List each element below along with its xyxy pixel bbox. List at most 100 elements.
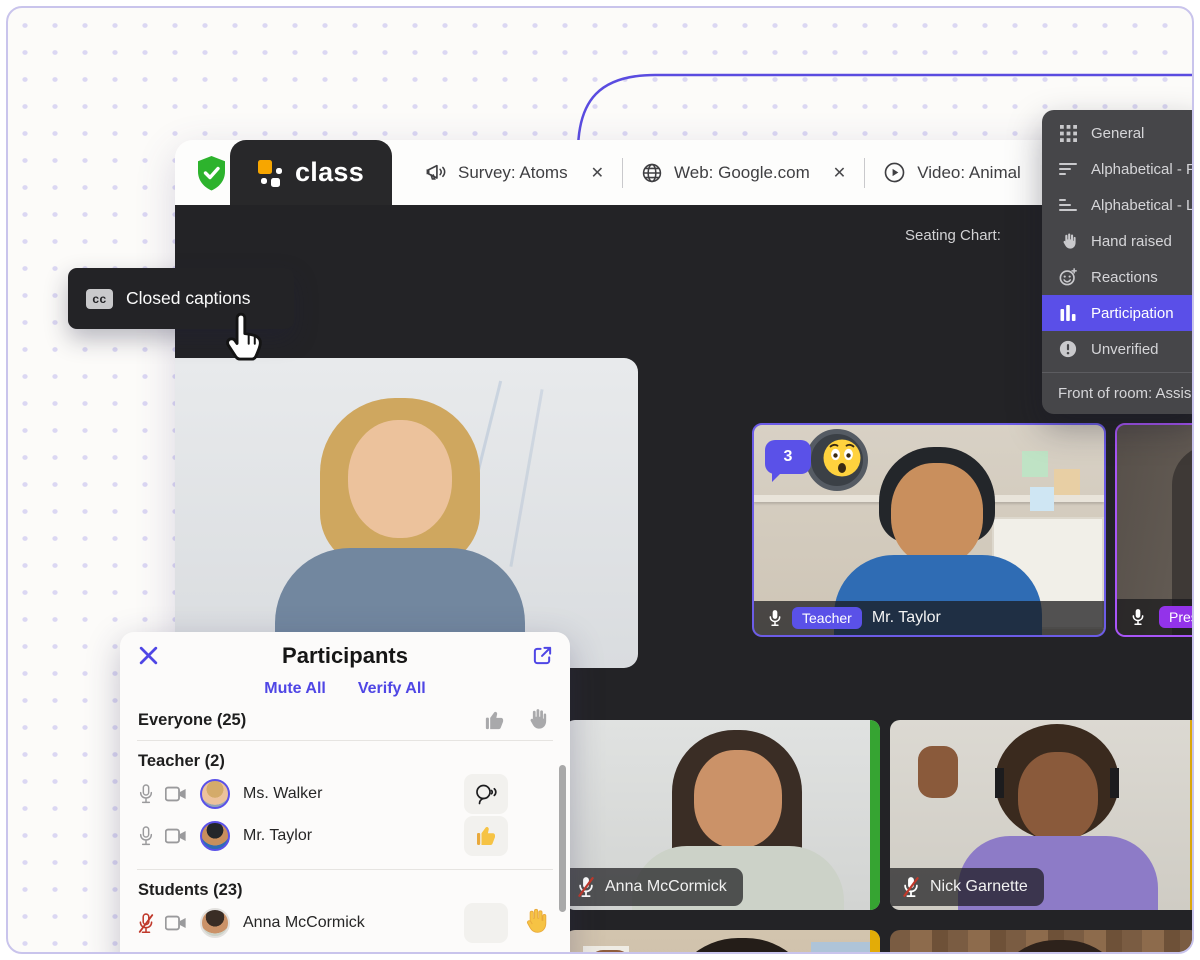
video-tile-danielle[interactable]: Danielle Atkins — [565, 930, 880, 954]
smiley-plus-icon — [1058, 268, 1078, 286]
avatar — [200, 908, 230, 938]
mic-off-icon — [577, 876, 595, 898]
waving-hand — [918, 746, 958, 798]
menu-item-label: General — [1091, 125, 1144, 142]
participant-row-ms-walker[interactable]: Ms. Walker — [120, 773, 570, 815]
grid-icon — [1058, 125, 1078, 142]
video-tile-anna[interactable]: Anna McCormick — [565, 720, 880, 910]
astonished-face-emoji — [822, 438, 862, 478]
participant-row-mr-taylor[interactable]: Mr. Taylor — [120, 815, 570, 857]
menu-item-unverified[interactable]: Unverified — [1042, 331, 1194, 367]
tile-name: Anna McCormick — [605, 878, 727, 896]
tab-video-label: Video: Animal — [917, 163, 1021, 183]
mic-off-icon[interactable] — [137, 913, 155, 934]
seating-chart-sort-menu: General Alphabetical - F Alphabetical - … — [1042, 110, 1194, 414]
tab-video[interactable]: Video: Animal — [873, 161, 1031, 184]
participant-name: Mr. Taylor — [243, 827, 312, 845]
reaction-count: 3 — [784, 448, 793, 466]
menu-item-label: Hand raised — [1091, 233, 1172, 250]
everyone-count-label: Everyone (25) — [138, 711, 246, 730]
mic-icon[interactable] — [137, 826, 155, 846]
panel-title: Participants — [120, 643, 570, 669]
reaction-box[interactable] — [464, 903, 508, 943]
speaking-head-icon — [474, 782, 498, 806]
video-tile-mr-taylor[interactable]: 3 Teacher Mr. Taylor — [752, 423, 1106, 637]
globe-icon — [641, 162, 663, 184]
tab-divider — [864, 158, 865, 188]
mia-person — [968, 940, 1153, 954]
raised-hand-column-icon[interactable] — [526, 707, 548, 732]
video-tile-ms-walker[interactable]: Teacher Ms. Walker — [175, 358, 638, 668]
reaction-box[interactable] — [464, 816, 508, 856]
avatar — [200, 821, 230, 851]
menu-item-general[interactable]: General — [1042, 115, 1194, 151]
menu-item-label: Reactions — [1091, 269, 1158, 286]
pop-out-icon[interactable] — [532, 645, 553, 666]
menu-footer-front-of-room[interactable]: Front of room: Assis — [1042, 377, 1194, 408]
hand-icon — [1058, 232, 1078, 251]
brand-name: class — [295, 157, 364, 188]
menu-item-label: Alphabetical - F — [1091, 161, 1194, 178]
thumbs-up-column-icon[interactable] — [483, 709, 506, 732]
menu-item-alpha-last[interactable]: Alphabetical - L — [1042, 187, 1194, 223]
role-badge: Pres — [1159, 606, 1194, 628]
dotted-background: class Survey: Atoms ✕ — [6, 6, 1194, 954]
menu-item-label: Unverified — [1091, 341, 1159, 358]
menu-item-label: Alphabetical - L — [1091, 197, 1194, 214]
tab-web[interactable]: Web: Google.com ✕ — [631, 162, 856, 184]
camera-icon[interactable] — [165, 828, 187, 844]
avatar — [200, 779, 230, 809]
seating-chart-label: Seating Chart: — [905, 227, 1001, 244]
menu-item-hand-raised[interactable]: Hand raised — [1042, 223, 1194, 259]
mic-icon — [1131, 607, 1145, 627]
tab-survey-close-icon[interactable]: ✕ — [591, 163, 604, 183]
participant-name: Mr. Taylor — [872, 609, 941, 627]
role-badge: Teacher — [792, 607, 862, 629]
video-tile-mia[interactable]: Mia Smith — [890, 930, 1194, 954]
mute-all-button[interactable]: Mute All — [264, 680, 326, 698]
tab-class-home[interactable]: class — [230, 140, 392, 205]
tab-divider — [622, 158, 623, 188]
ms-walker-person — [270, 398, 550, 668]
participant-name: Ms. Walker — [243, 785, 322, 803]
menu-item-alpha-first[interactable]: Alphabetical - F — [1042, 151, 1194, 187]
tile-name: Nick Garnette — [930, 878, 1028, 896]
camera-icon[interactable] — [165, 915, 187, 931]
sticky-note — [1054, 469, 1080, 495]
video-tile-presenter[interactable]: Pres — [1115, 423, 1194, 637]
cc-icon: cc — [86, 289, 113, 309]
menu-item-participation[interactable]: Participation — [1042, 295, 1194, 331]
megaphone-icon — [425, 162, 447, 184]
bar-chart-icon — [1058, 305, 1078, 321]
participation-stripe-green — [870, 720, 880, 910]
mic-off-icon — [902, 876, 920, 898]
mic-icon — [768, 608, 782, 628]
participation-stripe-amber — [1190, 720, 1194, 910]
participant-row-anna[interactable]: Anna McCormick — [120, 902, 570, 944]
verified-shield-icon — [196, 155, 227, 192]
play-circle-icon — [883, 161, 906, 184]
tab-survey-label: Survey: Atoms — [458, 163, 568, 183]
sort-asc-icon — [1058, 198, 1078, 212]
participant-name: Anna McCormick — [243, 914, 365, 932]
participants-panel: Participants Mute All Verify All Everyon… — [120, 632, 570, 954]
menu-item-label: Participation — [1091, 305, 1174, 322]
reaction-box[interactable] — [464, 774, 508, 814]
students-group-label: Students (23) — [120, 870, 570, 902]
hand-cursor-icon — [222, 310, 270, 364]
panel-scrollbar[interactable] — [559, 765, 566, 912]
tab-survey[interactable]: Survey: Atoms ✕ — [415, 162, 614, 184]
danielle-person — [650, 938, 835, 954]
verify-all-button[interactable]: Verify All — [358, 680, 426, 698]
reaction-count-bubble: 3 — [765, 440, 811, 474]
menu-divider — [1042, 372, 1194, 373]
page-frame: class Survey: Atoms ✕ — [6, 6, 1194, 954]
mic-icon[interactable] — [137, 784, 155, 804]
alert-circle-icon — [1058, 340, 1078, 358]
video-tile-nick[interactable]: Nick Garnette — [890, 720, 1194, 910]
tab-web-label: Web: Google.com — [674, 163, 810, 183]
tab-web-close-icon[interactable]: ✕ — [833, 163, 846, 183]
camera-icon[interactable] — [165, 786, 187, 802]
sort-desc-icon — [1058, 162, 1078, 176]
menu-item-reactions[interactable]: Reactions — [1042, 259, 1194, 295]
